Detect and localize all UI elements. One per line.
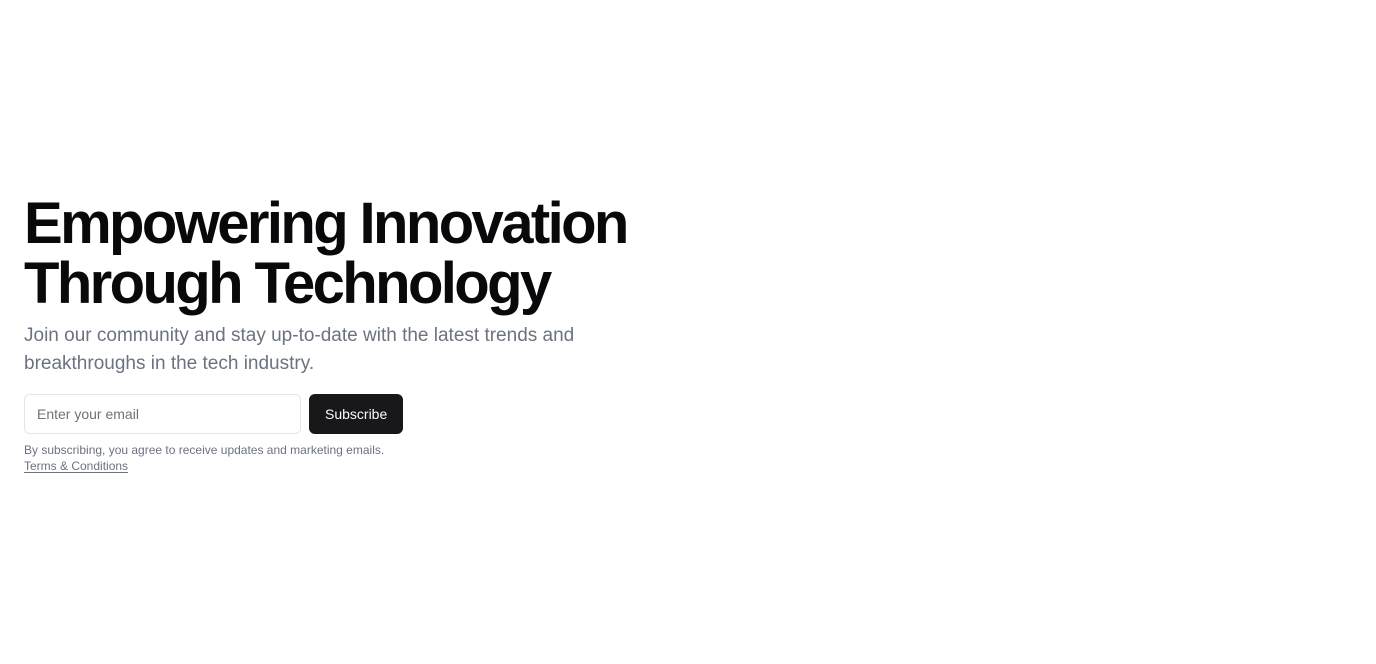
hero-title-line-1: Empowering Innovation xyxy=(24,191,629,256)
subscribe-button[interactable]: Subscribe xyxy=(309,394,404,434)
hero-section: Empowering Innovation Through Technology… xyxy=(24,194,724,474)
hero-title-line-2: Through Technology xyxy=(24,251,552,316)
subscribe-form: Subscribe xyxy=(24,394,724,434)
terms-conditions-link[interactable]: Terms & Conditions xyxy=(24,459,128,473)
subscribe-fineprint: By subscribing, you agree to receive upd… xyxy=(24,442,724,474)
email-input[interactable] xyxy=(24,394,301,434)
hero-subtitle: Join our community and stay up-to-date w… xyxy=(24,325,575,374)
hero-title: Empowering Innovation Through Technology xyxy=(24,194,724,314)
consent-text: By subscribing, you agree to receive upd… xyxy=(24,443,385,457)
